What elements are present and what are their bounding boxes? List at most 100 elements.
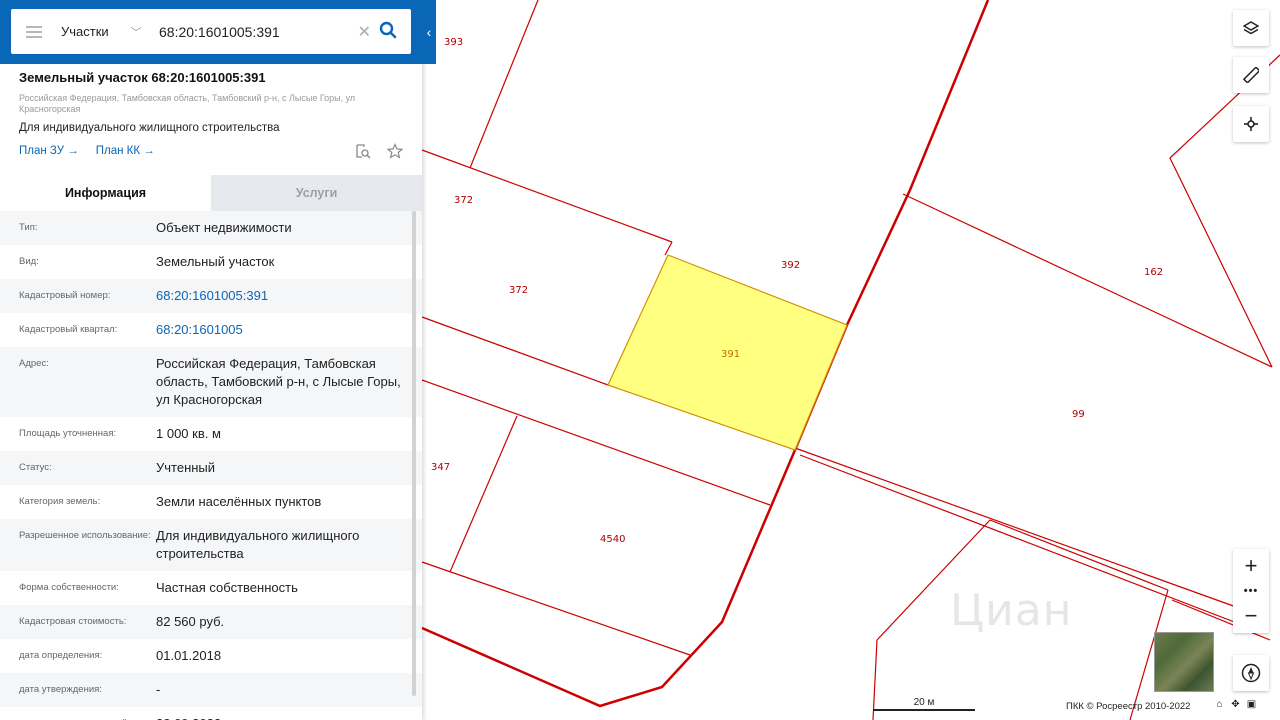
crosshair-icon[interactable]: ✥: [1230, 699, 1241, 710]
object-address: Российская Федерация, Тамбовская область…: [19, 93, 356, 114]
parcel-label: 347: [431, 462, 450, 473]
property-value: 82 560 руб.: [156, 614, 225, 629]
property-row: Тип: Объект недвижимости: [0, 211, 422, 245]
parcel-boundary: [449, 415, 518, 573]
property-row: Статус: Учтенный: [0, 451, 422, 485]
object-links: План ЗУ → План КК →: [19, 143, 404, 162]
property-row: Категория земель: Земли населённых пункто…: [0, 485, 422, 519]
bottom-icons: ⌂ ✥ ▣: [1214, 699, 1257, 710]
property-value: -: [156, 682, 161, 697]
parcel-label: 391: [721, 349, 740, 360]
fullscreen-icon[interactable]: ▣: [1246, 699, 1257, 710]
property-value: 22.09.2022: [156, 707, 406, 720]
chevron-left-icon[interactable]: ‹: [422, 0, 436, 64]
parcel-boundary: [421, 316, 609, 386]
property-row: Кадастровая стоимость: 82 560 руб.: [0, 605, 422, 639]
property-value: 01.01.2018: [156, 648, 222, 663]
star-icon[interactable]: [386, 143, 404, 162]
panel-scrollbar[interactable]: [412, 211, 416, 696]
property-row: Кадастровый квартал: 68:20:1601005: [0, 313, 422, 347]
plan-kk-link[interactable]: План КК →: [96, 145, 155, 157]
search-box: Участки ﹀ ✕: [11, 9, 411, 54]
property-key: Площадь уточненная:: [19, 428, 117, 439]
parcel-label: 372: [509, 285, 528, 296]
property-key: Тип:: [19, 222, 38, 233]
property-value: Для индивидуального жилищного строительс…: [156, 528, 360, 561]
parcel-label: 393: [444, 37, 463, 48]
parcel-boundary: [989, 519, 1169, 591]
property-row: Разрешенное использование: Для индивидуал…: [0, 519, 422, 571]
property-row: Площадь уточненная: 1 000 кв. м: [0, 417, 422, 451]
search-document-icon[interactable]: [355, 143, 371, 162]
compass-icon[interactable]: [1233, 655, 1269, 691]
cadastral-quarter-link[interactable]: 68:20:1601005: [156, 313, 406, 347]
property-row: дата внесения сведений:22.09.2022: [0, 707, 422, 720]
parcel-label: 392: [781, 260, 800, 271]
properties-list: Тип: Объект недвижимости Вид: Земельный уч…: [0, 211, 422, 720]
parcel-label: 99: [1072, 409, 1085, 420]
home-icon[interactable]: ⌂: [1214, 699, 1225, 710]
property-key: Кадастровая стоимость:: [19, 616, 127, 627]
parcel-label: 372: [454, 195, 473, 206]
property-key: Статус:: [19, 462, 52, 473]
property-key: дата внесения сведений:: [19, 707, 156, 720]
more-icon[interactable]: •••: [1233, 583, 1269, 599]
property-row: Вид: Земельный участок: [0, 245, 422, 279]
watermark: Циан: [950, 585, 1073, 636]
tab-services[interactable]: Услуги: [211, 175, 422, 211]
property-key: дата определения:: [19, 650, 103, 661]
property-row: Форма собственности: Частная собственност…: [0, 571, 422, 605]
property-value: Российская Федерация, Тамбовская область…: [156, 356, 401, 407]
object-purpose: Для индивидуального жилищного строительс…: [19, 122, 280, 134]
menu-icon[interactable]: [11, 25, 57, 38]
layer-select-label: Участки: [61, 24, 109, 39]
property-key: Вид:: [19, 256, 39, 267]
property-value: Объект недвижимости: [156, 220, 292, 235]
tab-info[interactable]: Информация: [0, 175, 211, 211]
search-icon[interactable]: [379, 21, 397, 44]
object-header: Земельный участок 68:20:1601005:391 Росс…: [0, 64, 422, 159]
property-row: дата утверждения: -: [0, 673, 422, 707]
property-value: Учтенный: [156, 460, 216, 475]
plan-zu-link[interactable]: План ЗУ →: [19, 145, 79, 157]
scale-bar: [873, 709, 975, 711]
property-value: Частная собственность: [156, 580, 298, 595]
satellite-minimap[interactable]: [1154, 632, 1214, 692]
parcel-boundary: [1169, 54, 1280, 368]
parcel-label: 4540: [600, 534, 625, 545]
property-key: Форма собственности:: [19, 582, 119, 593]
property-key: Кадастровый квартал:: [19, 324, 118, 335]
parcel-boundary: [872, 639, 878, 720]
layers-icon[interactable]: [1233, 10, 1269, 46]
zoom-controls: + ••• −: [1233, 549, 1269, 633]
parcel-boundary: [469, 0, 539, 169]
property-value: 1 000 кв. м: [156, 426, 221, 441]
cadastral-number-link[interactable]: 68:20:1601005:391: [156, 279, 406, 313]
parcel-boundary: [664, 241, 673, 256]
property-key: Адрес:: [19, 358, 49, 369]
property-key: Разрешенное использование:: [19, 530, 151, 541]
search-input[interactable]: [159, 23, 349, 40]
crosshair-icon[interactable]: [1233, 106, 1269, 142]
parcel-boundary: [902, 193, 1273, 368]
search-bar: Участки ﹀ ✕: [0, 0, 422, 64]
property-value: Земельный участок: [156, 254, 275, 269]
property-key: дата утверждения:: [19, 684, 102, 695]
zoom-out-button[interactable]: −: [1233, 599, 1269, 633]
chevron-down-icon: ﹀: [130, 26, 142, 39]
scale-label: 20 м: [913, 697, 935, 708]
copyright: ПКК © Росреестр 2010-2022: [1066, 701, 1191, 712]
zoom-in-button[interactable]: +: [1233, 549, 1269, 583]
close-icon[interactable]: ✕: [358, 22, 371, 42]
property-row: дата определения: 01.01.2018: [0, 639, 422, 673]
layer-select[interactable]: Участки ﹀: [57, 24, 153, 40]
property-row: Кадастровый номер: 68:20:1601005:391: [0, 279, 422, 313]
property-key: Категория земель:: [19, 496, 101, 507]
ruler-icon[interactable]: [1233, 57, 1269, 93]
info-panel: Участки ﹀ ✕ Земельный участок 68:20:1601…: [0, 0, 422, 720]
property-value: Земли населённых пунктов: [156, 494, 322, 509]
object-title: Земельный участок 68:20:1601005:391: [19, 70, 266, 85]
property-row: Адрес: Российская Федерация, Тамбовская о…: [0, 347, 422, 417]
parcel-label: 162: [1144, 267, 1163, 278]
object-actions: [355, 143, 404, 162]
